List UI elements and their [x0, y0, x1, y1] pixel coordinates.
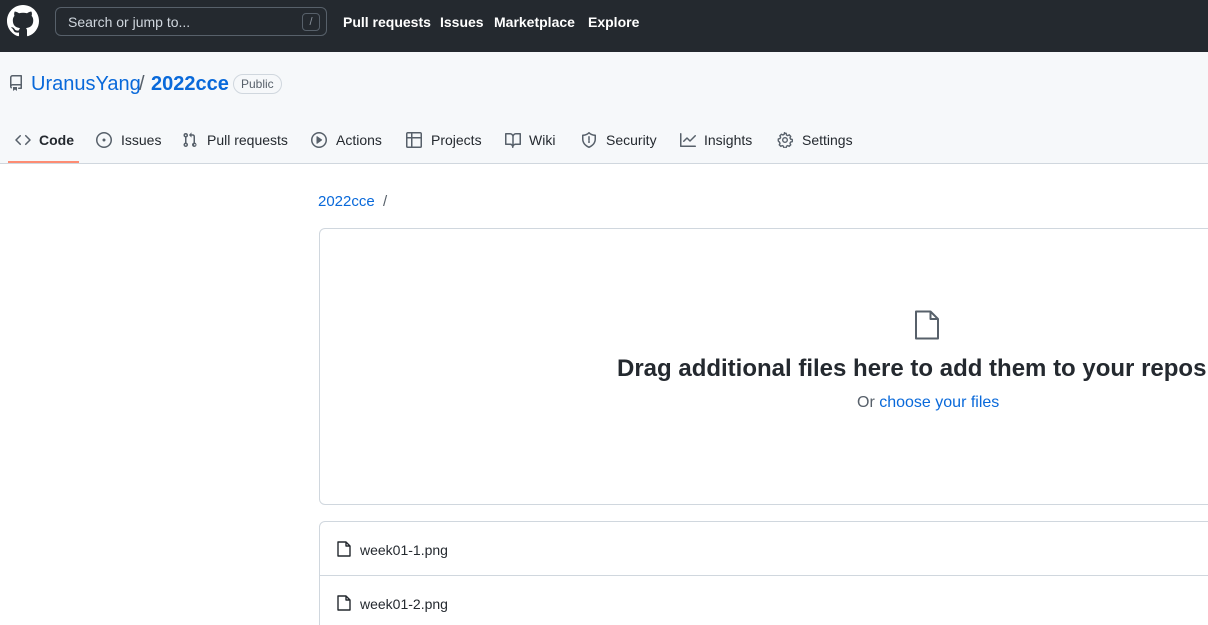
drop-zone-prefix: Or	[857, 394, 875, 411]
nav-explore[interactable]: Explore	[588, 14, 639, 30]
tab-issues-label: Issues	[121, 132, 162, 148]
pull-request-icon	[183, 132, 197, 148]
repo-icon	[9, 75, 22, 91]
slash-shortcut-key: /	[302, 13, 320, 31]
list-item: week01-1.png	[320, 522, 1208, 575]
play-icon	[311, 132, 327, 148]
tab-pull-requests-label: Pull requests	[207, 132, 288, 148]
repo-header: UranusYang / 2022cce Public Code Issues …	[0, 52, 1208, 164]
global-header: Search or jump to... / Pull requests Iss…	[0, 0, 1208, 52]
list-item: week01-2.png	[320, 575, 1208, 625]
tab-code-label: Code	[39, 132, 74, 148]
search-input[interactable]: Search or jump to... /	[55, 7, 327, 36]
tab-wiki-label: Wiki	[529, 132, 556, 148]
graph-icon	[680, 133, 696, 147]
file-icon	[337, 541, 351, 557]
issue-icon	[96, 132, 112, 148]
file-icon	[337, 595, 351, 611]
repo-path-separator: /	[139, 73, 145, 95]
nav-pull-requests[interactable]: Pull requests	[343, 14, 431, 30]
uploaded-file-list: week01-1.png week01-2.png	[319, 521, 1208, 625]
code-icon	[15, 134, 31, 146]
nav-issues[interactable]: Issues	[440, 14, 484, 30]
drop-zone-subtitle: Or choose your files	[857, 394, 999, 412]
search-placeholder: Search or jump to...	[68, 14, 191, 30]
tab-security-label: Security	[606, 132, 657, 148]
gear-icon	[777, 132, 793, 148]
choose-files-link[interactable]: choose your files	[879, 394, 999, 411]
nav-marketplace[interactable]: Marketplace	[494, 14, 575, 30]
file-name: week01-2.png	[360, 596, 448, 612]
breadcrumb-separator: /	[383, 193, 388, 210]
table-icon	[406, 132, 422, 148]
file-name: week01-1.png	[360, 542, 448, 558]
tab-actions-label: Actions	[336, 132, 382, 148]
book-icon	[505, 133, 521, 148]
file-icon	[915, 310, 939, 340]
file-drop-zone[interactable]: Drag additional files here to add them t…	[319, 228, 1208, 505]
github-logo-icon[interactable]	[7, 5, 39, 37]
drop-zone-title: Drag additional files here to add them t…	[617, 355, 1208, 382]
tab-settings-label: Settings	[802, 132, 853, 148]
shield-icon	[582, 132, 596, 148]
repo-owner-link[interactable]: UranusYang	[31, 73, 141, 96]
selected-tab-indicator	[8, 161, 79, 163]
tab-insights-label: Insights	[704, 132, 753, 148]
visibility-badge: Public	[233, 74, 282, 94]
repo-name-link[interactable]: 2022cce	[151, 73, 229, 96]
breadcrumb-repo-link[interactable]: 2022cce	[318, 193, 375, 210]
tab-projects-label: Projects	[431, 132, 482, 148]
